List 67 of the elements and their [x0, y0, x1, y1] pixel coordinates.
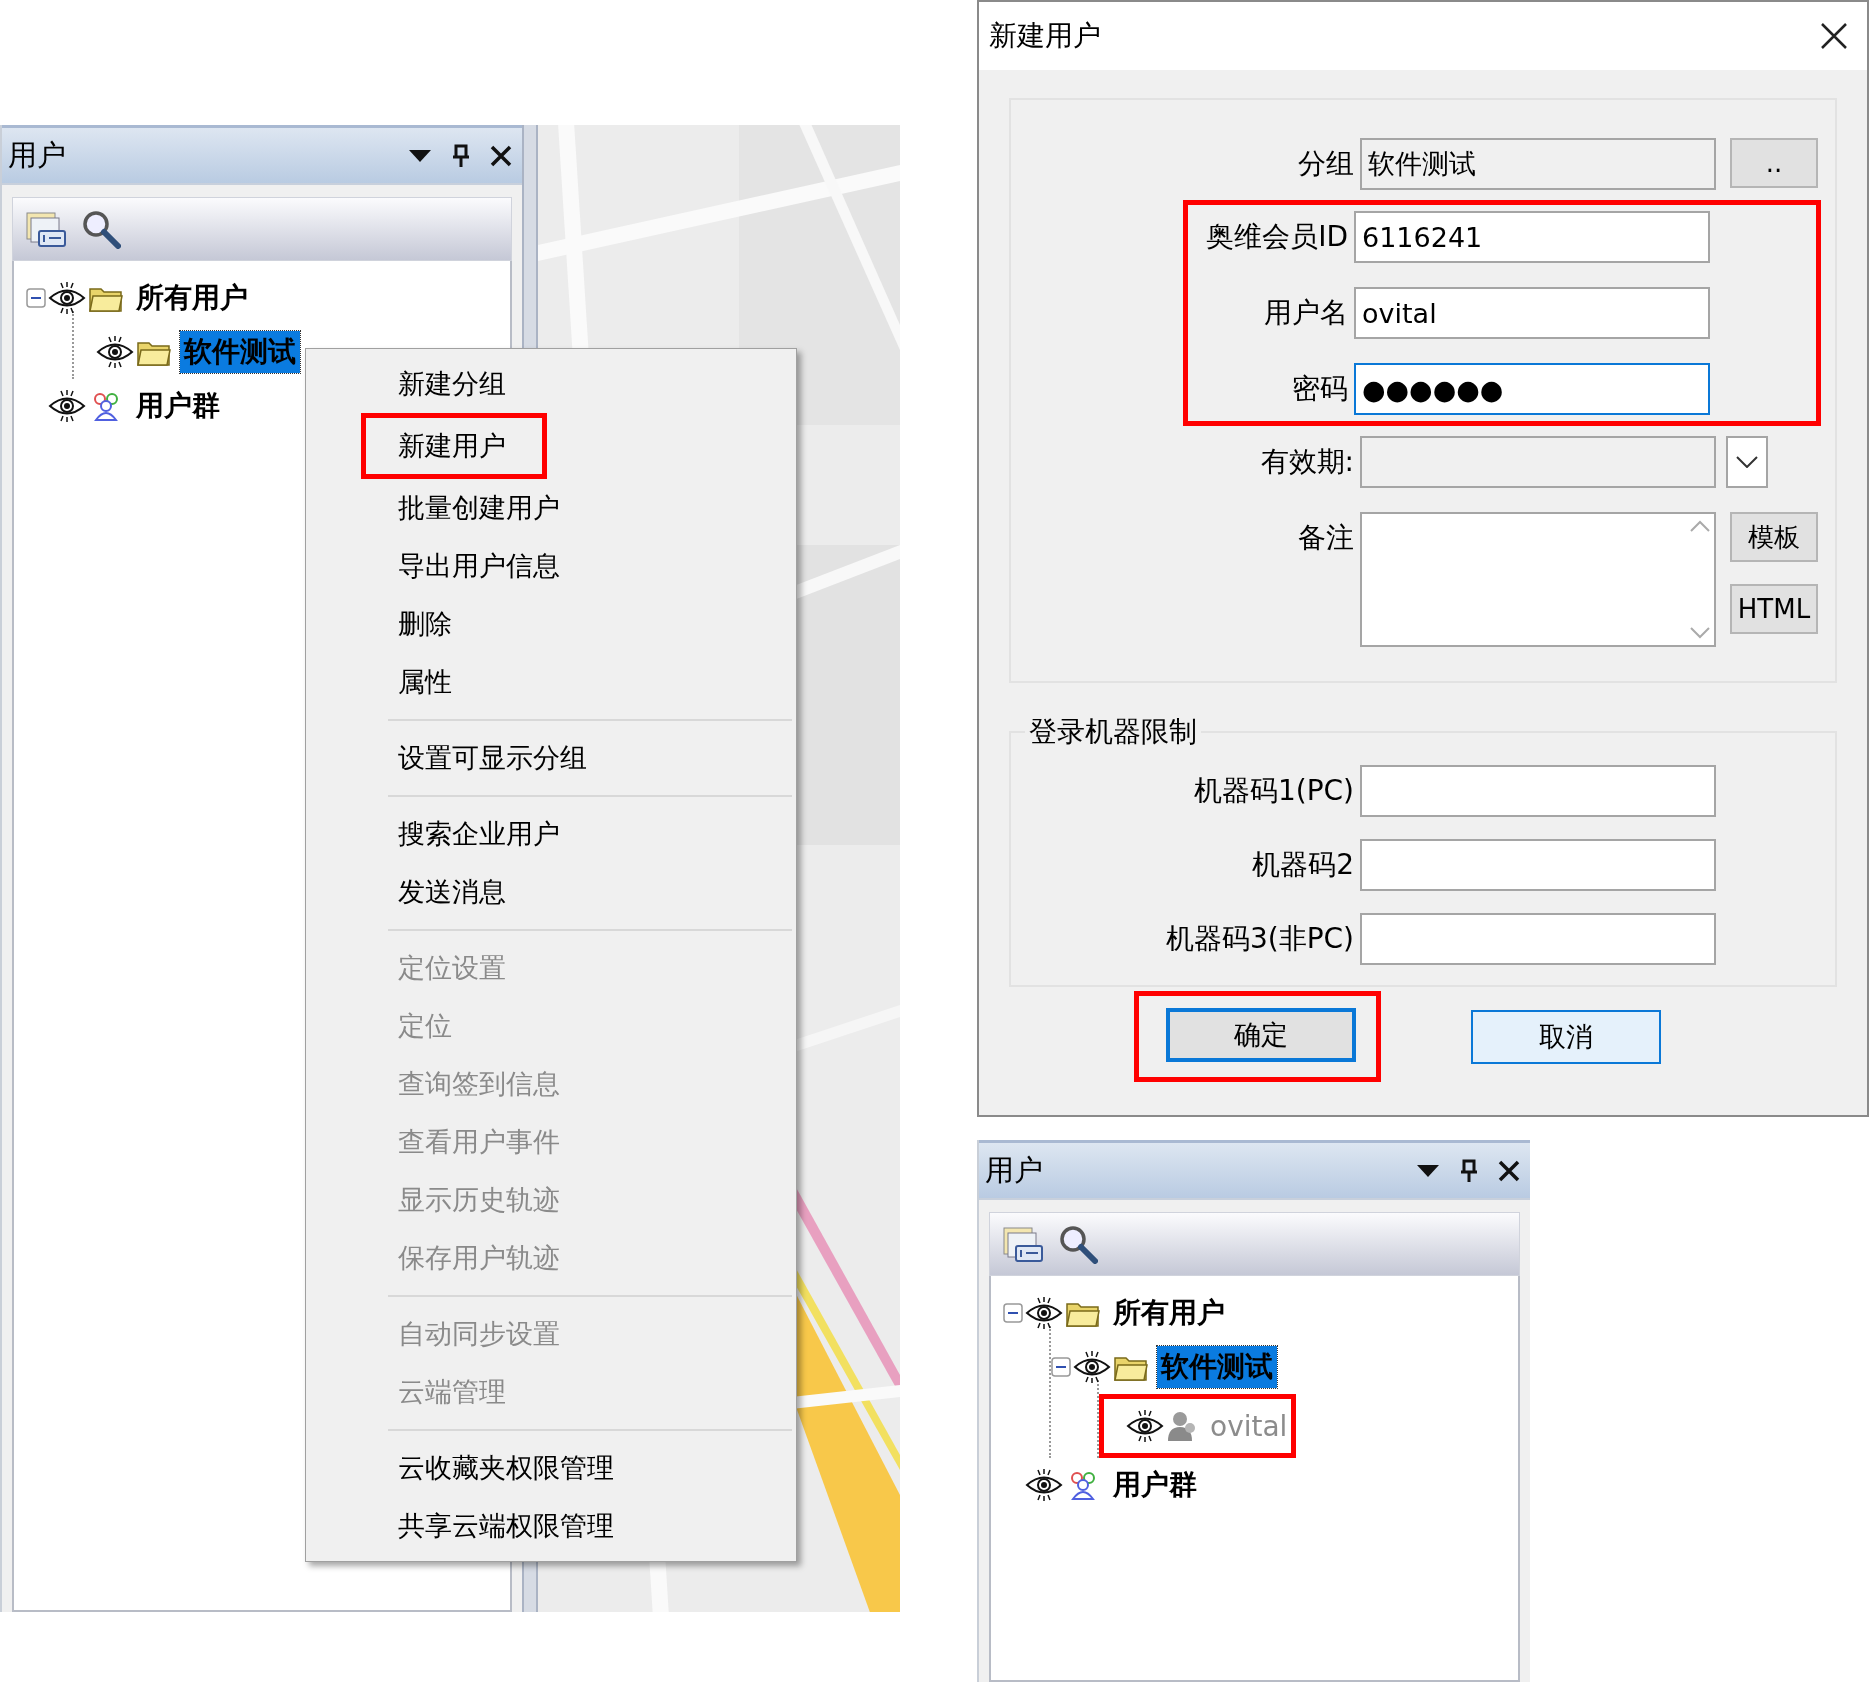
menu-item[interactable]: 批量创建用户: [306, 479, 796, 537]
menu-item[interactable]: 导出用户信息: [306, 537, 796, 595]
input-field[interactable]: ovital: [1354, 287, 1710, 339]
tree-item[interactable]: 所有用户: [132, 277, 252, 319]
input-field[interactable]: 6116241: [1354, 211, 1710, 263]
group-title: 登录机器限制: [1028, 714, 1198, 750]
panel-title: 用户: [8, 136, 67, 174]
close-icon[interactable]: [490, 144, 512, 167]
dropdown-button[interactable]: [1726, 436, 1768, 488]
close-icon[interactable]: [1498, 1159, 1520, 1182]
eye-icon: [1025, 1468, 1063, 1502]
input-field[interactable]: [1360, 913, 1716, 965]
eye-icon: [1126, 1409, 1164, 1443]
user-icon: [1166, 1410, 1198, 1442]
user-list-icon[interactable]: [1002, 1224, 1044, 1264]
eye-icon: [48, 281, 86, 315]
collapse-icon[interactable]: [1051, 1357, 1071, 1377]
field-label: 备注: [1297, 520, 1354, 556]
group-field[interactable]: 软件测试: [1360, 138, 1716, 190]
field-label: 密码: [1291, 371, 1348, 407]
menu-item[interactable]: 新建分组: [306, 355, 796, 413]
chevron-down-icon: [1736, 456, 1758, 468]
user-list-icon[interactable]: [25, 209, 67, 249]
close-icon[interactable]: [1821, 23, 1847, 49]
eye-icon: [96, 335, 134, 369]
cancel-button[interactable]: 取消: [1471, 1009, 1661, 1064]
eye-icon: [48, 389, 86, 423]
browse-button[interactable]: ..: [1730, 138, 1818, 188]
search-icon[interactable]: [81, 209, 121, 249]
menu-item[interactable]: 发送消息: [306, 863, 796, 921]
pin-icon[interactable]: [1460, 1158, 1478, 1183]
tree-item[interactable]: 用户群: [1109, 1464, 1201, 1506]
search-icon[interactable]: [1058, 1224, 1098, 1264]
memo-button[interactable]: HTML: [1730, 584, 1818, 634]
field-label: 机器码1(PC): [1192, 773, 1354, 809]
panel-title: 用户: [985, 1151, 1044, 1189]
field-label: 奥维会员ID: [1205, 219, 1348, 255]
field-label: 机器码3(非PC): [1164, 921, 1354, 957]
ok-button[interactable]: 确定: [1166, 1008, 1356, 1062]
tree-item[interactable]: 软件测试: [1157, 1346, 1277, 1388]
tree-item[interactable]: 用户群: [132, 385, 224, 427]
field-label: 分组: [1297, 146, 1354, 182]
input-field[interactable]: [1360, 839, 1716, 891]
memo-button[interactable]: 模板: [1730, 512, 1818, 562]
date-field[interactable]: [1360, 436, 1716, 488]
tree-item[interactable]: 软件测试: [180, 331, 300, 373]
menu-item[interactable]: 云收藏夹权限管理: [306, 1439, 796, 1497]
dropdown-icon[interactable]: [408, 148, 432, 163]
field-label: 有效期:: [1259, 444, 1354, 480]
menu-item[interactable]: 搜索企业用户: [306, 805, 796, 863]
eye-icon: [1025, 1296, 1063, 1330]
menu-item[interactable]: 删除: [306, 595, 796, 653]
field-label: 用户名: [1263, 295, 1348, 331]
dropdown-icon[interactable]: [1416, 1163, 1440, 1178]
field-label: 机器码2: [1251, 847, 1354, 883]
eye-icon: [1073, 1350, 1111, 1384]
menu-item[interactable]: 新建用户: [366, 418, 542, 474]
tree-item[interactable]: 所有用户: [1109, 1292, 1229, 1334]
menu-item[interactable]: 设置可显示分组: [306, 729, 796, 787]
menu-item[interactable]: 共享云端权限管理: [306, 1497, 796, 1555]
password-field[interactable]: ●●●●●●: [1354, 363, 1710, 415]
dialog-title: 新建用户: [989, 18, 1102, 54]
collapse-icon[interactable]: [1003, 1303, 1023, 1323]
menu-item[interactable]: 属性: [306, 653, 796, 711]
pin-icon[interactable]: [452, 143, 470, 168]
collapse-icon[interactable]: [26, 288, 46, 308]
input-field[interactable]: [1360, 765, 1716, 817]
